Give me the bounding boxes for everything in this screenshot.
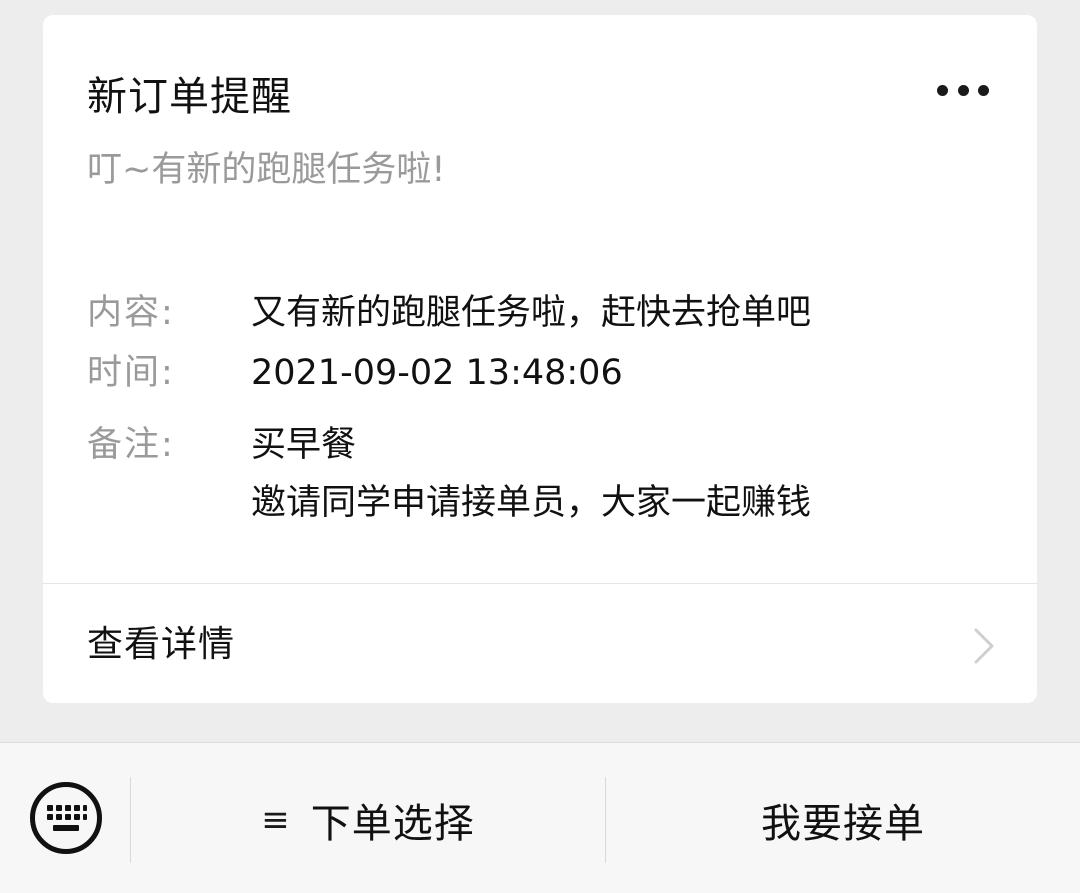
dot [937, 84, 948, 96]
card-title: 新订单提醒 [87, 74, 292, 120]
remark-value-line-2: 邀请同学申请接单员，大家一起赚钱 [251, 483, 812, 523]
keyboard-icon[interactable] [29, 781, 103, 855]
bottom-menu-bar: ≡ 下单选择 我要接单 [0, 742, 1080, 893]
view-details-link[interactable]: 查看详情 [43, 584, 1037, 703]
menu-lines-icon: ≡ [261, 800, 291, 840]
card-subtitle: 叮~有新的跑腿任务啦! [87, 150, 446, 190]
order-select-label: 下单选择 [310, 801, 475, 847]
more-dots-icon[interactable] [937, 83, 989, 97]
content-value: 又有新的跑腿任务啦，赶快去抢单吧 [251, 293, 812, 333]
time-value: 2021-09-02 13:48:06 [251, 353, 623, 393]
dot [957, 84, 969, 96]
chevron-right-icon [974, 628, 994, 664]
remark-value-line-1: 买早餐 [251, 425, 357, 465]
take-order-label: 我要接单 [761, 801, 925, 847]
message-card: 新订单提醒 叮~有新的跑腿任务啦! 内容: 又有新的跑腿任务啦，赶快去抢单吧 时… [43, 15, 1037, 703]
time-label: 时间: [87, 353, 175, 393]
take-order-button[interactable]: 我要接单 [606, 777, 1080, 863]
content-label: 内容: [87, 293, 175, 333]
order-select-button[interactable]: ≡ 下单选择 [131, 777, 605, 863]
dot [978, 84, 989, 96]
remark-label: 备注: [87, 425, 175, 465]
view-details-label: 查看详情 [87, 624, 236, 665]
